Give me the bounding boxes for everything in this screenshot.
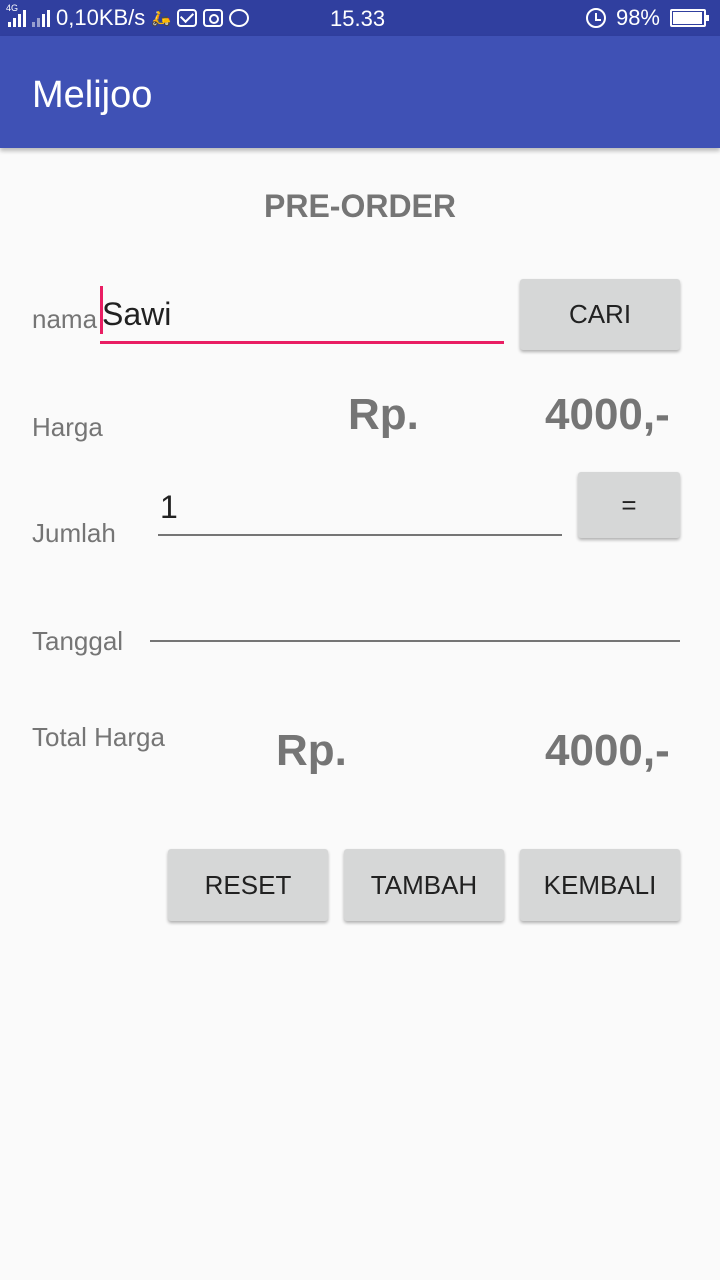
cari-button[interactable]: CARI: [520, 279, 680, 350]
harga-currency: Rp.: [348, 390, 419, 439]
signal-2-icon: [32, 9, 50, 27]
total-harga-label: Total Harga: [32, 722, 165, 752]
total-currency: Rp.: [276, 726, 347, 775]
total-value: 4000,-: [545, 726, 670, 775]
jumlah-value: 1: [160, 489, 178, 525]
harga-label: Harga: [32, 412, 103, 442]
form-heading: PRE-ORDER: [263, 188, 456, 224]
clock: 15.33: [330, 6, 386, 31]
tanggal-label: Tanggal: [32, 626, 124, 656]
kembali-button[interactable]: KEMBALI: [520, 849, 680, 921]
tanggal-input[interactable]: [150, 590, 680, 642]
reset-button[interactable]: RESET: [168, 849, 328, 921]
jumlah-label: Jumlah: [32, 518, 116, 548]
signal-1-icon: 4G: [6, 3, 26, 27]
bike-icon: 🛵: [151, 10, 172, 27]
equals-button[interactable]: =: [578, 472, 680, 538]
battery-icon: [670, 9, 709, 27]
mail-icon: [177, 9, 198, 27]
nama-input[interactable]: Sawi: [100, 286, 504, 344]
harga-value: 4000,-: [545, 390, 670, 439]
status-bar: 4G 0,10KB/s 🛵 15.33 98%: [0, 0, 720, 36]
app-bar: Melijoo: [0, 36, 720, 148]
whatsapp-icon: [229, 9, 250, 27]
tambah-button[interactable]: TAMBAH: [344, 849, 504, 921]
nama-label: nama: [32, 304, 98, 334]
network-type-label: 4G: [6, 3, 19, 13]
network-speed: 0,10KB/s: [56, 5, 146, 30]
alarm-icon: [585, 8, 606, 28]
screen: 4G 0,10KB/s 🛵 15.33 98% Melijoo PRE-ORDE…: [0, 0, 720, 1280]
jumlah-input[interactable]: 1: [158, 478, 562, 536]
nama-value: Sawi: [102, 296, 172, 332]
status-right: 98%: [585, 4, 710, 32]
instagram-icon: [203, 9, 224, 27]
status-left: 4G 0,10KB/s 🛵: [6, 3, 250, 32]
battery-percent: 98%: [615, 5, 660, 30]
app-title: Melijoo: [32, 74, 153, 116]
